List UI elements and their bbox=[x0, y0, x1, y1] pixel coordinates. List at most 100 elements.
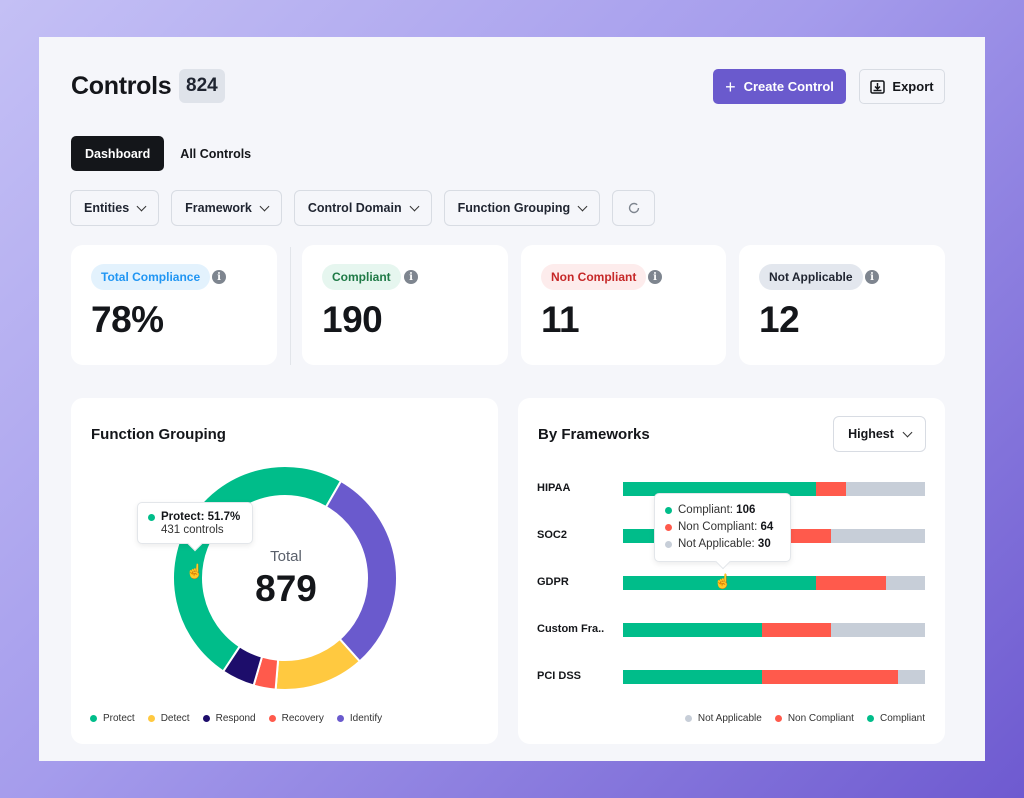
bar-segment-compliant[interactable] bbox=[623, 623, 762, 637]
hand-cursor-icon: ☝ bbox=[714, 573, 732, 589]
tooltip-row: Compliant: 106 bbox=[665, 502, 780, 519]
info-icon[interactable]: i bbox=[865, 270, 879, 284]
legend-item-protect: Protect bbox=[90, 713, 135, 724]
plus-icon: + bbox=[725, 76, 736, 97]
legend-item-recovery: Recovery bbox=[268, 713, 324, 724]
panel-title: By Frameworks bbox=[538, 426, 650, 443]
legend-dot bbox=[336, 715, 344, 722]
framework-label: PCI DSS bbox=[537, 670, 582, 682]
filter-bar: Entities Framework Control Domain Functi… bbox=[70, 190, 656, 226]
bar-segment-not-applicable[interactable] bbox=[846, 482, 925, 496]
stat-card-compliant: Compliant i 190 bbox=[302, 245, 508, 365]
legend-dot bbox=[866, 715, 874, 722]
bar-segment-not-applicable[interactable] bbox=[831, 623, 925, 637]
frameworks-legend: Not Applicable Non Compliant Compliant bbox=[684, 713, 925, 724]
legend-item-compliant: Compliant bbox=[866, 713, 925, 724]
chevron-down-icon bbox=[409, 201, 420, 211]
export-icon bbox=[870, 79, 886, 94]
legend-item-detect: Detect bbox=[147, 713, 190, 724]
function-grouping-filter[interactable]: Function Grouping bbox=[443, 190, 601, 226]
framework-tooltip: Compliant: 106 Non Compliant: 64 Not Appli… bbox=[654, 493, 791, 562]
donut-center-value: 879 bbox=[255, 568, 317, 609]
legend-item-non-compliant: Non Compliant bbox=[774, 713, 854, 724]
tooltip-dot bbox=[665, 541, 672, 548]
legend-dot bbox=[90, 715, 97, 722]
legend-item-identify: Identify bbox=[336, 713, 383, 724]
refresh-icon bbox=[628, 202, 639, 214]
tab-all-controls[interactable]: All Controls bbox=[166, 136, 265, 171]
info-icon[interactable]: i bbox=[404, 270, 418, 284]
app-window: Controls 824 + Create Control Export Das… bbox=[39, 37, 985, 761]
bar-segment-non-compliant[interactable] bbox=[816, 576, 886, 590]
legend-item-respond: Respond bbox=[202, 713, 256, 724]
tooltip-row: Non Compliant: 64 bbox=[665, 519, 780, 536]
bar-segment-compliant[interactable] bbox=[623, 670, 762, 684]
chevron-down-icon bbox=[259, 201, 270, 211]
frameworks-panel: By Frameworks Highest HIPAA SOC2 GDPR Custo… bbox=[518, 398, 945, 744]
tooltip-text: Compliant: 106 bbox=[678, 504, 756, 516]
legend-dot bbox=[774, 715, 782, 722]
control-domain-filter[interactable]: Control Domain bbox=[293, 190, 432, 226]
export-button[interactable]: Export bbox=[859, 69, 945, 104]
framework-label: HIPAA bbox=[537, 482, 571, 494]
legend-label: Compliant bbox=[879, 713, 925, 724]
legend-label: Detect bbox=[160, 713, 190, 724]
hand-cursor-icon: ☝ bbox=[186, 563, 204, 579]
sort-select[interactable]: Highest bbox=[833, 416, 926, 452]
entities-filter[interactable]: Entities bbox=[70, 190, 160, 226]
legend-item-not-applicable: Not Applicable bbox=[684, 713, 762, 724]
bar-segment-not-applicable[interactable] bbox=[831, 529, 925, 543]
legend-dot bbox=[147, 715, 155, 722]
stat-label-pill: Total Compliance bbox=[91, 264, 211, 290]
legend-label: Respond bbox=[215, 713, 256, 724]
divider bbox=[290, 247, 291, 365]
chevron-down-icon bbox=[902, 427, 913, 437]
framework-label: GDPR bbox=[537, 576, 569, 588]
tooltip-row: Not Applicable: 30 bbox=[665, 536, 780, 553]
stat-value: 78% bbox=[91, 299, 164, 340]
bar-segment-not-applicable[interactable] bbox=[897, 670, 925, 684]
stat-card-non-compliant: Non Compliant i 11 bbox=[521, 245, 726, 365]
framework-bar-pci-dss[interactable] bbox=[623, 670, 925, 684]
donut-tooltip: Protect: 51.7% 431 controls bbox=[137, 502, 253, 544]
donut-center-label: Total bbox=[270, 548, 302, 565]
stat-label-pill: Non Compliant bbox=[541, 264, 647, 290]
legend-label: Identify bbox=[349, 713, 383, 724]
stat-value: 11 bbox=[541, 299, 580, 340]
protect-color-dot bbox=[148, 513, 155, 521]
legend-label: Non Compliant bbox=[787, 713, 854, 724]
stat-card-not-applicable: Not Applicable i 12 bbox=[739, 245, 945, 365]
legend-dot bbox=[684, 715, 692, 722]
controls-count-badge: 824 bbox=[179, 69, 225, 103]
view-tabs: Dashboard All Controls bbox=[71, 136, 265, 171]
stat-label-pill: Not Applicable bbox=[759, 264, 863, 290]
stat-label-pill: Compliant bbox=[322, 264, 401, 290]
framework-bar-custom-fra-[interactable] bbox=[623, 623, 925, 637]
stat-card-total-compliance: Total Compliance i 78% bbox=[71, 245, 277, 365]
donut-slice-detect[interactable] bbox=[274, 637, 362, 691]
tooltip-text: Non Compliant: 64 bbox=[678, 521, 774, 533]
tab-dashboard[interactable]: Dashboard bbox=[71, 136, 165, 171]
legend-dot bbox=[268, 715, 276, 722]
chevron-down-icon bbox=[136, 201, 147, 211]
create-control-button[interactable]: + Create Control bbox=[713, 69, 846, 104]
page-title: Controls bbox=[71, 72, 172, 100]
info-icon[interactable]: i bbox=[212, 270, 226, 284]
refresh-button[interactable] bbox=[612, 190, 656, 226]
bar-segment-non-compliant[interactable] bbox=[761, 670, 898, 684]
bar-segment-non-compliant[interactable] bbox=[761, 623, 832, 637]
stat-value: 190 bbox=[322, 299, 383, 340]
tooltip-dot bbox=[665, 507, 672, 514]
framework-filter[interactable]: Framework bbox=[171, 190, 282, 226]
framework-bar-gdpr[interactable] bbox=[623, 576, 925, 590]
stat-value: 12 bbox=[759, 299, 800, 340]
bar-segment-not-applicable[interactable] bbox=[885, 576, 925, 590]
legend-dot bbox=[202, 715, 210, 722]
framework-label: Custom Fra.. bbox=[537, 623, 605, 635]
bar-segment-non-compliant[interactable] bbox=[816, 482, 847, 496]
info-icon[interactable]: i bbox=[648, 270, 662, 284]
donut-legend: Protect Detect Respond Recovery Identify bbox=[90, 713, 382, 724]
function-grouping-panel: Function Grouping Total 879 Protect: 51.… bbox=[71, 398, 498, 744]
chevron-down-icon bbox=[577, 201, 588, 211]
tooltip-text: Not Applicable: 30 bbox=[678, 538, 771, 550]
